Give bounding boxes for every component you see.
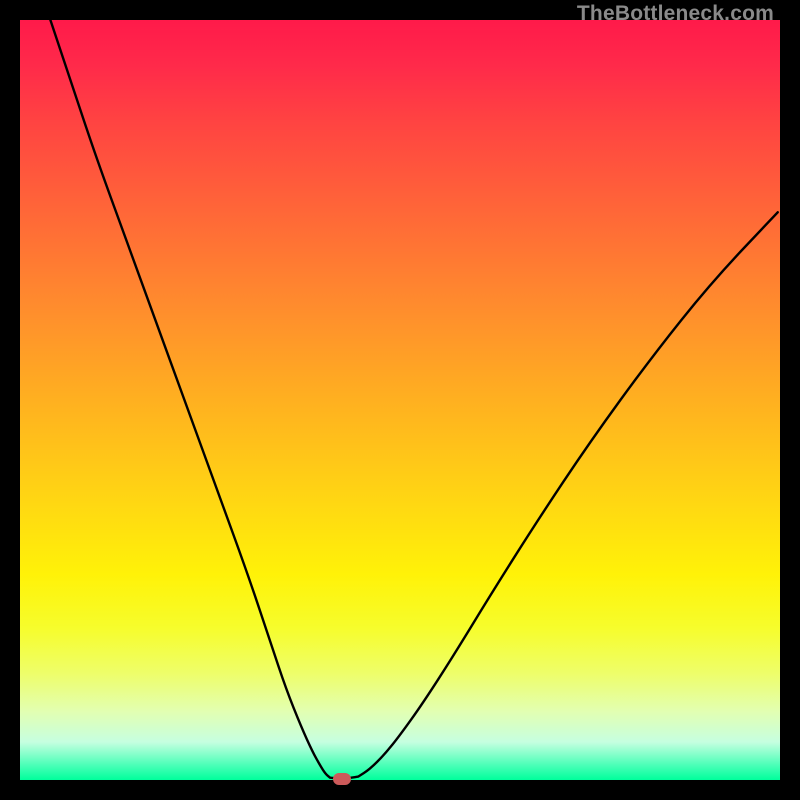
plot-area — [20, 20, 780, 780]
bottleneck-curve — [20, 20, 780, 780]
optimal-point-marker — [333, 773, 351, 785]
chart-frame: TheBottleneck.com — [0, 0, 800, 800]
